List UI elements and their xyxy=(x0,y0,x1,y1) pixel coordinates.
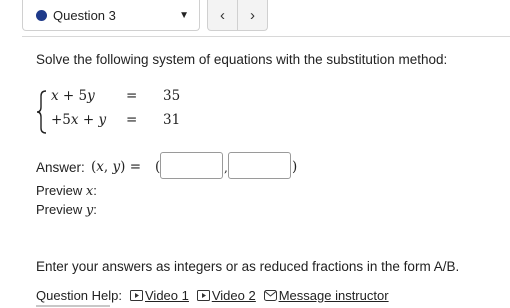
equation-2-relation: = xyxy=(126,112,138,128)
status-dot-icon xyxy=(36,9,47,21)
answer-instructions: Enter your answers as integers or as red… xyxy=(36,259,460,274)
previous-question-button[interactable]: ‹ xyxy=(208,0,238,30)
video-2-link[interactable]: Video 2 xyxy=(196,288,256,303)
message-instructor-label: Message instructor xyxy=(278,288,389,303)
question-nav: ‹ › xyxy=(207,0,268,31)
question-help-label: Question Help: xyxy=(36,288,122,303)
mail-icon xyxy=(263,290,277,301)
play-icon xyxy=(130,290,143,301)
question-prompt: Solve the following system of equations … xyxy=(36,52,448,67)
answer-y-input[interactable] xyxy=(228,152,291,179)
preview-y: Preview y: xyxy=(36,202,97,218)
close-paren: ) xyxy=(292,159,298,175)
video-2-label: Video 2 xyxy=(211,288,256,303)
chevron-left-icon: ‹ xyxy=(220,6,225,24)
equation-1-relation: = xyxy=(126,88,138,104)
next-question-button[interactable]: › xyxy=(238,0,267,30)
equation-2-lhs: +5x + y xyxy=(51,112,107,128)
question-page: Question 3 ▼ ‹ › Solve the following sys… xyxy=(0,0,510,308)
divider xyxy=(22,36,510,37)
message-instructor-link[interactable]: Message instructor xyxy=(263,288,389,303)
left-brace-icon xyxy=(36,90,47,134)
play-icon xyxy=(196,290,210,301)
chevron-right-icon: › xyxy=(250,6,255,24)
equation-1-rhs: 35 xyxy=(163,88,181,104)
question-selector[interactable]: Question 3 ▼ xyxy=(22,0,200,31)
answer-x-input[interactable] xyxy=(160,152,223,179)
equation-2-rhs: 31 xyxy=(163,112,181,128)
caret-down-icon: ▼ xyxy=(179,10,189,21)
video-1-link[interactable]: Video 1 xyxy=(130,288,189,303)
answer-expression: (x, y) = xyxy=(91,159,142,175)
question-label: Question 3 xyxy=(53,7,116,23)
equation-system: x + 5y = 35 +5x + y = 31 xyxy=(36,86,216,134)
help-label-underline xyxy=(36,305,110,307)
preview-x: Preview x: xyxy=(36,183,97,199)
question-help: Question Help: Video 1 Video 2 Message i… xyxy=(36,288,397,303)
equation-1-lhs: x + 5y xyxy=(51,88,95,104)
answer-label: Answer: xyxy=(36,160,85,175)
video-1-label: Video 1 xyxy=(145,288,189,303)
